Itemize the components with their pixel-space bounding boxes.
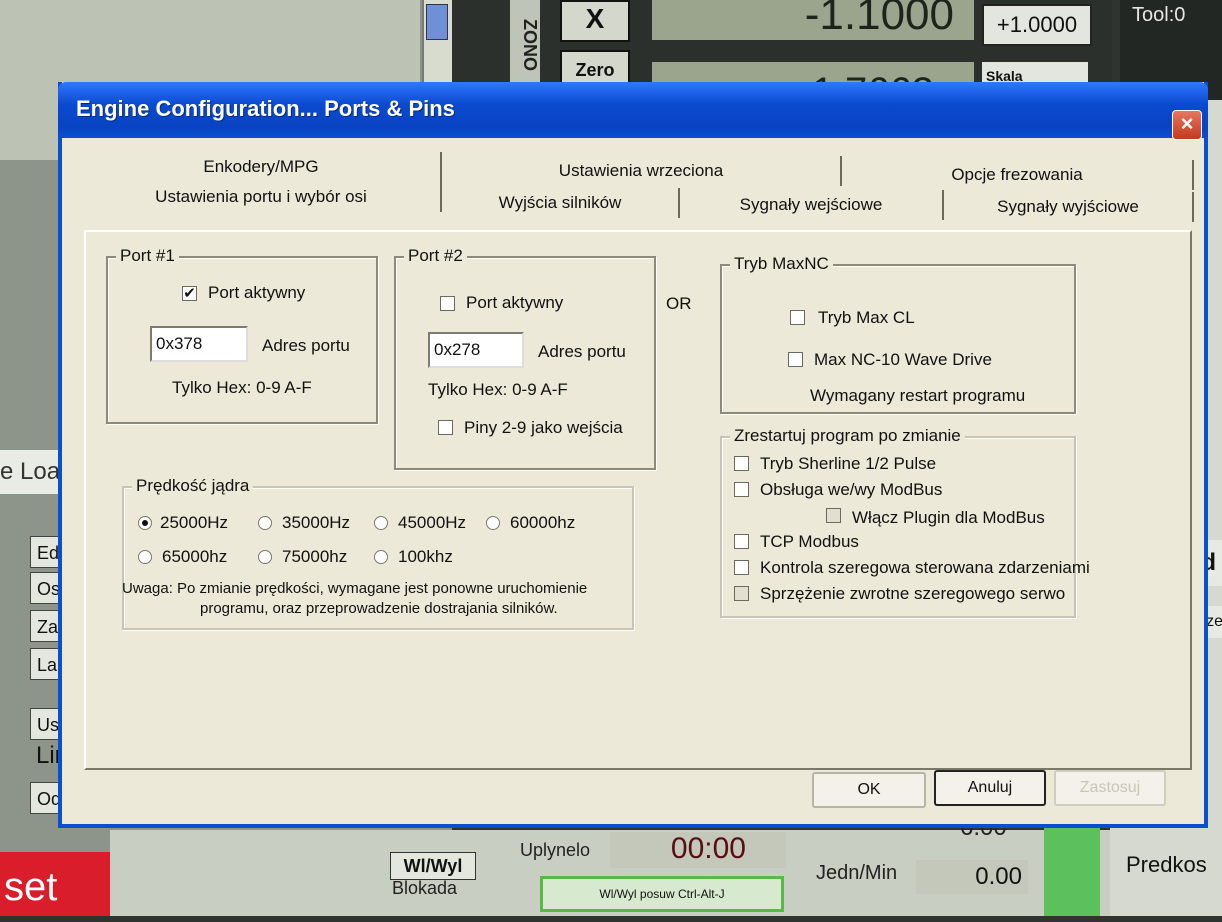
port2-address-input[interactable]: 0x278 (428, 332, 524, 368)
speed-label-60000: 60000hz (510, 513, 576, 532)
max-cl-label: Tryb Max CL (818, 308, 915, 327)
port1-hex-note: Tylko Hex: 0-9 A-F (172, 378, 312, 397)
speed-label-25000: 25000Hz (160, 513, 229, 532)
speed-radio-45000[interactable] (374, 516, 388, 530)
tab-ustawienia-wrzeciona[interactable]: Ustawienia wrzeciona (442, 156, 842, 186)
zono-label: ZONO (510, 0, 540, 90)
tab-sygnaly-wyjsciowe[interactable]: Sygnały wyjściowe (944, 192, 1194, 222)
close-icon[interactable]: × (1172, 110, 1202, 140)
feed-toggle-button[interactable]: Wl/Wyl posuw Ctrl-Alt-J (540, 876, 784, 912)
speed-label-100k: 100khz (398, 547, 453, 566)
serial-event-label: Kontrola szeregowa sterowana zdarzeniami (760, 558, 1090, 577)
speed-radio-35000[interactable] (258, 516, 272, 530)
port2-enabled-label: Port aktywny (466, 293, 564, 312)
port2-pins-label: Piny 2-9 jako wejścia (464, 418, 623, 437)
ok-button[interactable]: OK (812, 772, 926, 808)
uplynelo-label: Uplynelo (520, 840, 591, 860)
apply-button[interactable]: Zastosuj (1054, 770, 1166, 806)
predkosc-label: Predkos (1126, 852, 1207, 877)
serial-event-checkbox[interactable] (734, 560, 749, 575)
wave-drive-label: Max NC-10 Wave Drive (814, 350, 992, 369)
speed-note-line2: programu, oraz przeprowadzenie dostrajan… (200, 600, 558, 617)
port1-enabled-label: Port aktywny (208, 283, 306, 302)
plus-one-button[interactable]: +1.0000 (982, 4, 1092, 46)
tab-ustawienia-portu[interactable]: Ustawienia portu i wybór osi (82, 182, 442, 212)
restart-group: Zrestartuj program po zmianie Tryb Sherl… (720, 426, 1090, 618)
restart-legend: Zrestartuj program po zmianie (730, 426, 965, 446)
speed-radio-100k[interactable] (374, 550, 388, 564)
maxnc-restart-note: Wymagany restart programu (810, 386, 1026, 405)
tcp-modbus-checkbox[interactable] (734, 534, 749, 549)
cancel-button[interactable]: Anuluj (934, 770, 1046, 806)
port2-legend: Port #2 (404, 246, 467, 266)
wl-wyl-button[interactable]: Wl/Wyl (390, 852, 476, 880)
maxnc-group: Tryb MaxNC Tryb Max CL Max NC-10 Wave Dr… (720, 254, 1076, 414)
tab-strip: Enkodery/MPG Ustawienia wrzeciona Opcje … (70, 142, 1194, 228)
port2-hex-note: Tylko Hex: 0-9 A-F (428, 380, 568, 399)
kernel-speed-group: Prędkość jądra 25000Hz 35000Hz 45000Hz 6… (122, 476, 634, 630)
speed-radio-60000[interactable] (486, 516, 500, 530)
sherline-label: Tryb Sherline 1/2 Pulse (760, 454, 937, 473)
wave-drive-checkbox[interactable] (788, 352, 803, 367)
speed-radio-25000[interactable] (138, 516, 152, 530)
speed-radio-65000[interactable] (138, 550, 152, 564)
port1-address-input[interactable]: 0x378 (150, 326, 248, 362)
tcp-modbus-label: TCP Modbus (760, 532, 859, 551)
tab-wyjscia-silnikow[interactable]: Wyjścia silników (442, 188, 680, 218)
port1-group: Port #1 ✔ Port aktywny 0x378 Adres portu… (106, 246, 378, 424)
port1-enabled-checkbox[interactable]: ✔ (182, 286, 197, 301)
tab-opcje-frezowania[interactable]: Opcje frezowania (842, 160, 1194, 190)
engine-config-dialog: Engine Configuration... Ports & Pins × E… (58, 82, 1208, 828)
port1-legend: Port #1 (116, 246, 179, 266)
x-axis-button[interactable]: X (560, 0, 630, 42)
port2-address-label: Adres portu (538, 342, 626, 361)
dro-x-readout: -1.1000 (652, 0, 974, 40)
tab-enkodery-mpg[interactable]: Enkodery/MPG (82, 152, 442, 182)
tab-panel-ports: Port #1 ✔ Port aktywny 0x378 Adres portu… (84, 230, 1192, 770)
port1-address-label: Adres portu (262, 336, 350, 355)
speed-note-line1: Uwaga: Po zmianie prędkości, wymagane je… (122, 580, 588, 597)
blokada-label: Blokada (392, 878, 458, 898)
modbus-io-label: Obsługa we/wy ModBus (760, 480, 943, 499)
speed-radio-75000[interactable] (258, 550, 272, 564)
speed-label-65000: 65000hz (162, 547, 228, 566)
jedn-min-value: 0.00 (916, 860, 1028, 894)
port2-enabled-checkbox[interactable] (440, 296, 455, 311)
modbus-plugin-checkbox[interactable] (826, 508, 841, 523)
speed-label-45000: 45000Hz (398, 513, 467, 532)
or-label: OR (666, 294, 692, 313)
max-cl-checkbox[interactable] (790, 310, 805, 325)
dialog-titlebar[interactable]: Engine Configuration... Ports & Pins × (58, 82, 1208, 140)
reset-button[interactable]: set (0, 852, 110, 916)
modbus-plugin-label: Włącz Plugin dla ModBus (852, 508, 1045, 527)
tab-sygnaly-wejsciowe[interactable]: Sygnały wejściowe (680, 190, 944, 220)
jedn-min-label: Jedn/Min (816, 862, 898, 884)
speed-label-75000: 75000hz (282, 547, 348, 566)
modbus-io-checkbox[interactable] (734, 482, 749, 497)
background-scrollbar-thumb[interactable] (426, 4, 448, 40)
port2-pins-checkbox[interactable] (438, 420, 453, 435)
sherline-checkbox[interactable] (734, 456, 749, 471)
serial-servo-checkbox[interactable] (734, 586, 749, 601)
dialog-title: Engine Configuration... Ports & Pins (76, 96, 455, 121)
speed-label-35000: 35000Hz (282, 513, 351, 532)
kernel-speed-legend: Prędkość jądra (132, 476, 254, 496)
serial-servo-label: Sprzężenie zwrotne szeregowego serwo (760, 584, 1066, 603)
port2-group: Port #2 Port aktywny 0x278 Adres portu T… (394, 246, 656, 470)
maxnc-legend: Tryb MaxNC (730, 254, 833, 274)
elapsed-time: 00:00 (610, 832, 786, 868)
feed-slider[interactable] (1044, 820, 1100, 916)
